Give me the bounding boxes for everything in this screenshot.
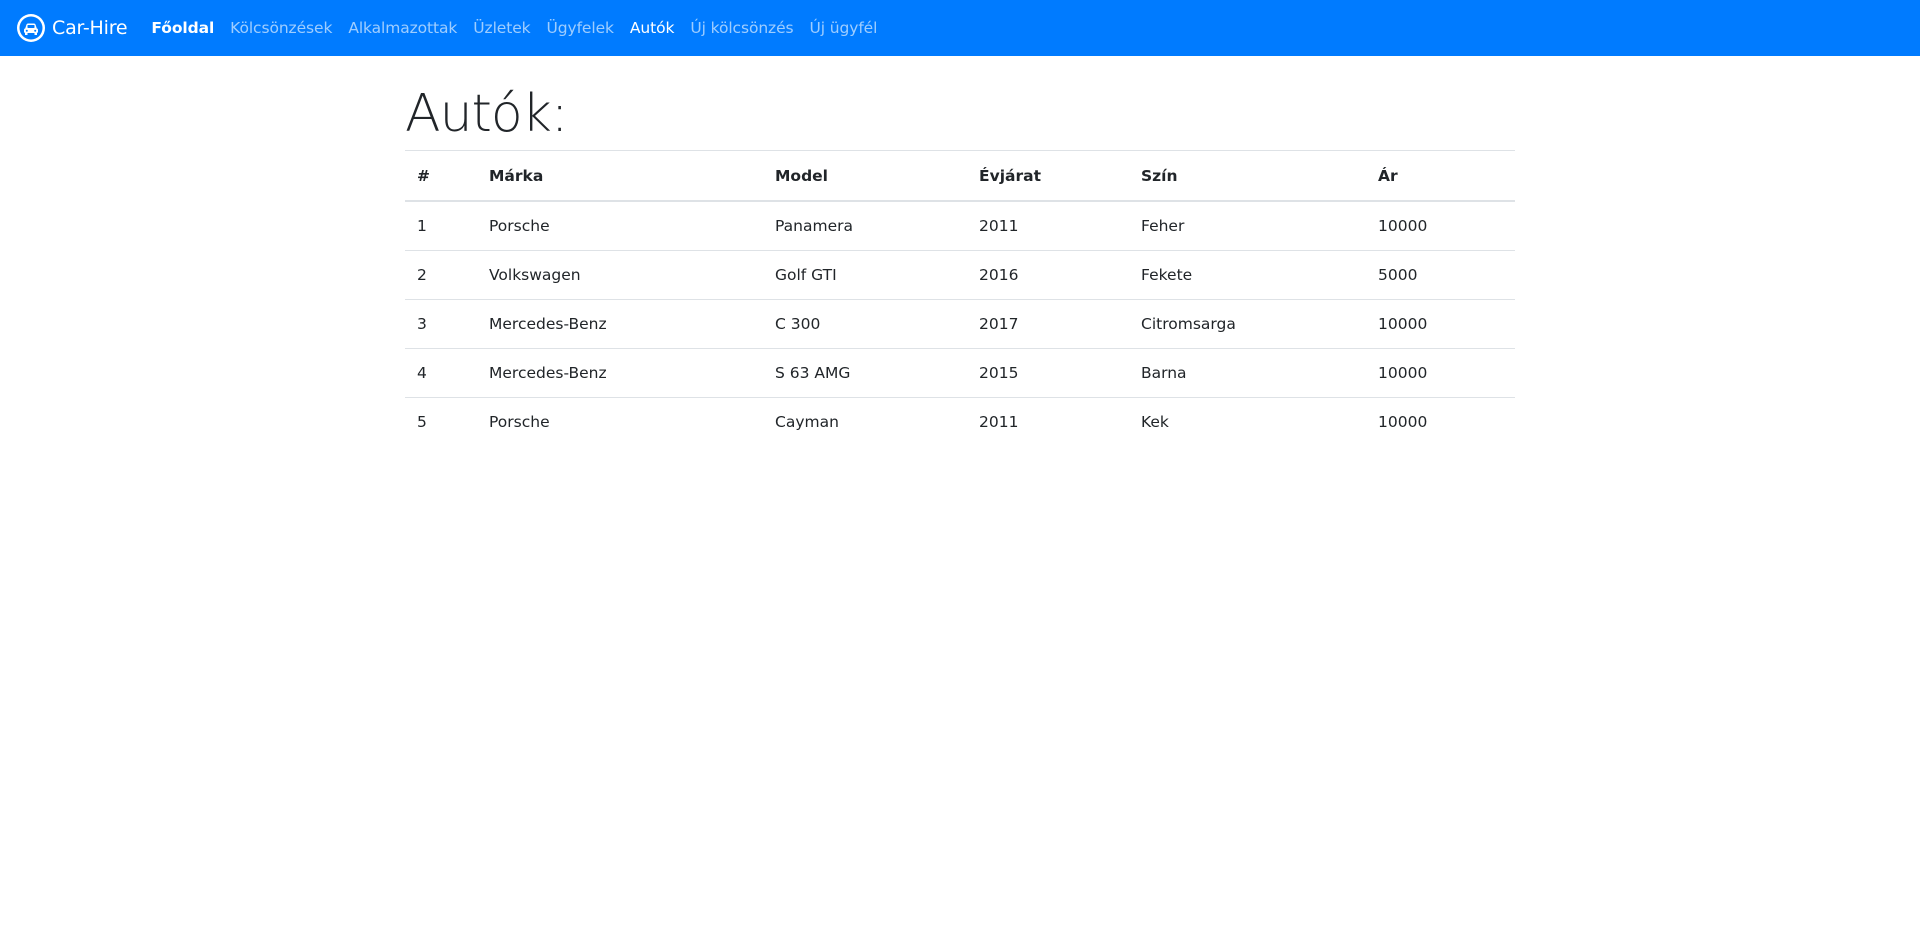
cell-brand: Volkswagen [477,250,763,300]
cell-year: 2011 [979,217,1019,235]
table-row: 5 Porsche Cayman 2011 Kek 10000 [405,397,1515,446]
cell-year: 2017 [967,299,1129,349]
cell-id: 1 [417,217,427,235]
table-row: 1 Porsche Panamera 2011 Feher 10000 [405,201,1515,251]
cell-model: Cayman [763,397,967,446]
cell-price: 5000 [1366,250,1515,300]
table-row: 3 Mercedes-Benz C 300 2017 Citromsarga 1… [405,299,1515,349]
cell-year: 2015 [967,348,1129,398]
cell-model: Golf GTI [763,250,967,300]
cell-price: 10000 [1366,348,1515,398]
cell-color: Kek [1129,397,1366,446]
cell-model: Panamera [775,217,853,235]
cell-color: Fekete [1129,250,1366,300]
cell-year: 2016 [967,250,1129,300]
brand-name: Car-Hire [52,17,128,39]
column-header-color: Szín [1129,150,1366,202]
column-header-price: Ár [1366,150,1515,202]
nav-item-rentals[interactable]: Kölcsönzések [230,19,332,37]
nav-item-cars[interactable]: Autók [630,19,675,37]
table-body: 1 Porsche Panamera 2011 Feher 10000 2 Vo… [405,201,1515,446]
cell-color: Barna [1129,348,1366,398]
cell-price: 10000 [1366,397,1515,446]
page-title: Autók: [405,84,568,144]
column-header-year: Évjárat [967,150,1129,202]
top-navbar: Car-Hire Főoldal Kölcsönzések Alkalmazot… [0,0,1920,56]
nav-item-new-rental[interactable]: Új kölcsönzés [690,19,793,37]
brand-link[interactable]: Car-Hire [16,13,128,43]
cell-brand: Porsche [489,217,550,235]
column-header-model: Model [763,150,967,202]
nav-menu: Főoldal Kölcsönzések Alkalmazottak Üzlet… [151,19,893,37]
main-content: Autók: # Márka Model Évjárat Szín Ár 1 P… [405,56,1515,446]
column-header-id: # [405,150,477,202]
cell-id: 3 [405,299,477,349]
cell-color: Feher [1141,217,1185,235]
table-row: 4 Mercedes-Benz S 63 AMG 2015 Barna 1000… [405,348,1515,398]
column-header-brand: Márka [477,150,763,202]
cell-brand: Porsche [477,397,763,446]
cell-model: C 300 [763,299,967,349]
table-header-row: # Márka Model Évjárat Szín Ár [405,150,1515,202]
car-icon [17,14,45,42]
cars-table: # Márka Model Évjárat Szín Ár 1 Porsche … [405,150,1515,446]
cell-color: Citromsarga [1129,299,1366,349]
cell-year: 2011 [967,397,1129,446]
nav-item-employees[interactable]: Alkalmazottak [348,19,457,37]
nav-item-home[interactable]: Főoldal [151,19,214,37]
cell-id: 4 [405,348,477,398]
cell-model: S 63 AMG [763,348,967,398]
table-header: # Márka Model Évjárat Szín Ár [405,150,1515,202]
nav-item-shops[interactable]: Üzletek [473,19,530,37]
cell-id: 5 [405,397,477,446]
cell-brand: Mercedes-Benz [477,299,763,349]
nav-item-new-customer[interactable]: Új ügyfél [810,19,878,37]
cell-price: 10000 [1366,299,1515,349]
cell-price: 10000 [1378,217,1428,235]
cell-brand: Mercedes-Benz [477,348,763,398]
cell-id: 2 [405,250,477,300]
table-row: 2 Volkswagen Golf GTI 2016 Fekete 5000 [405,250,1515,300]
nav-item-customers[interactable]: Ügyfelek [547,19,614,37]
